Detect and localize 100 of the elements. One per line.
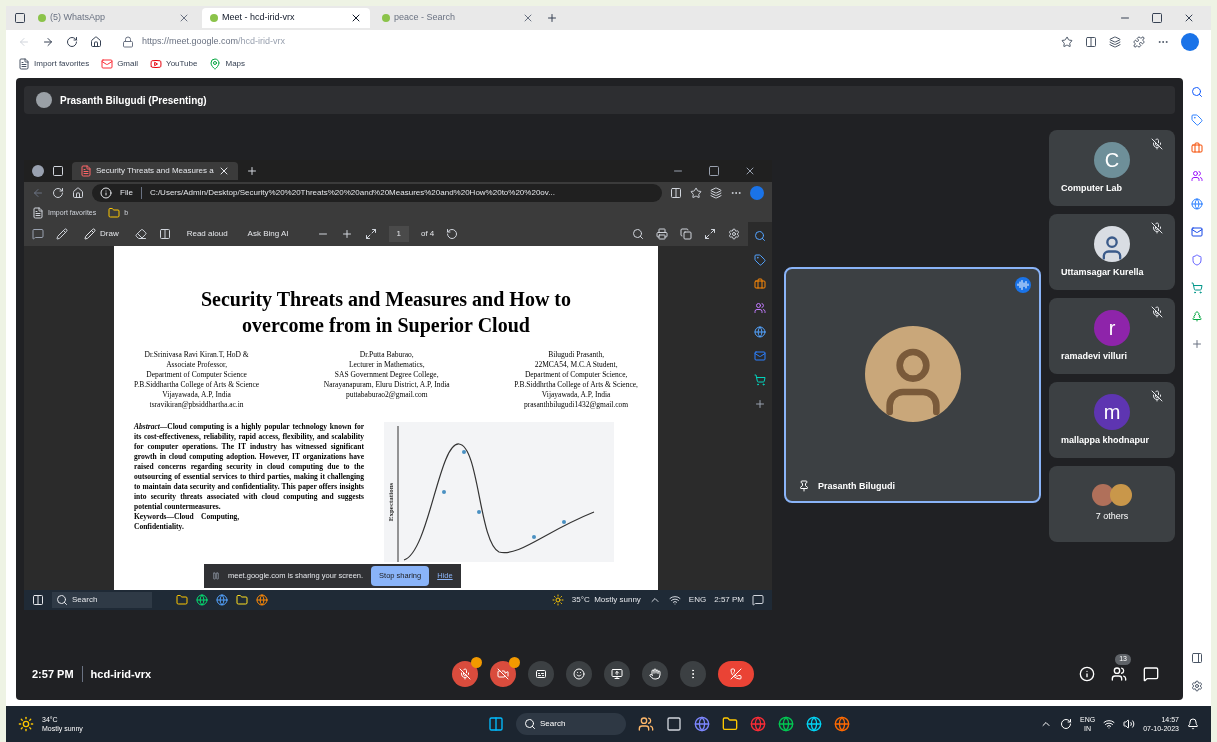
add-icon[interactable] [1191,338,1203,350]
copilot-icon[interactable] [750,186,764,200]
folder-icon[interactable] [236,594,248,606]
volume-icon[interactable] [1123,718,1136,730]
fullscreen-icon[interactable] [704,228,716,240]
add-icon[interactable] [754,398,766,410]
collections-icon[interactable] [710,187,722,199]
draw-button[interactable]: Draw [80,228,123,240]
browser-icon[interactable] [216,594,228,606]
settings-icon[interactable] [1191,680,1203,692]
speaker-tile[interactable]: Prasanth Bilugudi [784,267,1041,503]
cart-icon[interactable] [1191,282,1203,294]
home-icon[interactable] [90,36,102,48]
favorite-link[interactable]: Maps [209,58,246,70]
browser-icon[interactable] [806,716,822,732]
chat-icon[interactable] [1143,666,1159,682]
briefcase-icon[interactable] [1191,142,1203,154]
search-icon[interactable] [1191,86,1203,98]
rotate-icon[interactable] [446,228,459,240]
sync-icon[interactable] [1060,718,1072,730]
reload-icon[interactable] [66,36,78,48]
captions-button[interactable] [528,661,554,687]
info-icon[interactable] [1079,666,1095,682]
folder-icon[interactable] [176,594,188,606]
others-tile[interactable]: 7 others [1049,466,1175,542]
browser-tab[interactable]: Meet - hcd-irid-vrx [202,8,370,28]
search-icon[interactable] [754,230,766,242]
globe-icon[interactable] [754,326,766,338]
present-button[interactable] [604,661,630,687]
leave-call-button[interactable] [718,661,754,687]
participant-tile[interactable]: Uttamsagar Kurella [1049,214,1175,290]
browser-tab[interactable]: (5) WhatsApp [30,8,198,28]
start-icon[interactable] [488,716,504,732]
taskbar-search-field[interactable]: Search [516,713,626,735]
profile-icon[interactable] [32,165,44,177]
new-tab-icon[interactable] [546,12,558,24]
page-view-icon[interactable] [158,228,171,240]
participant-tile[interactable]: C Computer Lab [1049,130,1175,206]
read-aloud-button[interactable]: Read aloud [182,228,232,240]
ask-ai-button[interactable]: Ask Bing AI [243,228,293,240]
shield-icon[interactable] [1191,254,1203,266]
fit-page-icon[interactable] [364,228,377,240]
browser-icon[interactable] [196,594,208,606]
close-icon[interactable] [1183,12,1195,24]
network-icon[interactable] [668,594,681,606]
browser-icon[interactable] [834,716,850,732]
wifi-icon[interactable] [1103,718,1116,730]
save-icon[interactable] [680,228,692,240]
taskbar-search-field[interactable]: Search [52,592,152,608]
raise-hand-button[interactable] [642,661,668,687]
browser-tab[interactable]: Security Threats and Measures a [72,162,238,180]
folder-icon[interactable] [722,716,738,732]
search-icon[interactable] [632,228,644,240]
forward-icon[interactable] [42,36,54,48]
participant-tile[interactable]: r ramadevi villuri [1049,298,1175,374]
browser-icon[interactable] [694,716,710,732]
favorite-link[interactable]: YouTube [150,58,198,70]
favorites-icon[interactable] [690,187,702,199]
favorite-link[interactable]: Gmail [101,58,139,70]
page-number-field[interactable]: 1 [388,226,409,242]
address-bar[interactable]: File C:/Users/Admin/Desktop/Security%20%20Threats%20%20and%20Measures%20and%20How%20to%20%20ov... [92,184,662,202]
cart-icon[interactable] [754,374,766,386]
copilot-icon[interactable] [1181,33,1199,51]
globe-icon[interactable] [1191,198,1203,210]
close-tab-icon[interactable] [350,12,362,24]
split-screen-icon[interactable] [1085,36,1097,48]
notification-icon[interactable] [1187,718,1199,730]
browser-icon[interactable] [778,716,794,732]
contents-icon[interactable] [32,228,44,240]
mail-icon[interactable] [754,350,766,362]
favorite-link[interactable]: Import favorites [18,58,90,70]
highlight-icon[interactable] [56,228,68,240]
browser-tab[interactable]: peace - Search [374,8,542,28]
eraser-icon[interactable] [134,228,147,240]
briefcase-icon[interactable] [754,278,766,290]
people-icon[interactable] [1111,666,1127,682]
language-indicator[interactable]: ENG [688,594,707,606]
sidebar-toggle-icon[interactable] [1191,652,1203,664]
print-icon[interactable] [656,228,668,240]
tag-icon[interactable] [1191,114,1203,126]
browser-icon[interactable] [256,594,268,606]
extensions-icon[interactable] [1133,36,1145,48]
weather-icon[interactable] [18,716,34,732]
collections-icon[interactable] [1109,36,1121,48]
tag-icon[interactable] [754,254,766,266]
zoom-in-icon[interactable] [340,228,353,240]
tree-icon[interactable] [1191,310,1203,322]
notification-icon[interactable] [752,594,764,606]
participant-tile[interactable]: m mallappa khodnapur [1049,382,1175,458]
favorite-star-icon[interactable] [1061,36,1073,48]
close-icon[interactable] [744,165,756,177]
task-view-icon[interactable] [666,716,682,732]
emoji-button[interactable] [566,661,592,687]
browser-icon[interactable] [750,716,766,732]
maximize-icon[interactable] [708,165,720,177]
tab-actions-icon[interactable] [14,12,26,24]
new-tab-icon[interactable] [245,165,258,177]
maximize-icon[interactable] [1151,12,1163,24]
pin-icon[interactable] [798,480,810,493]
mail-icon[interactable] [1191,226,1203,238]
